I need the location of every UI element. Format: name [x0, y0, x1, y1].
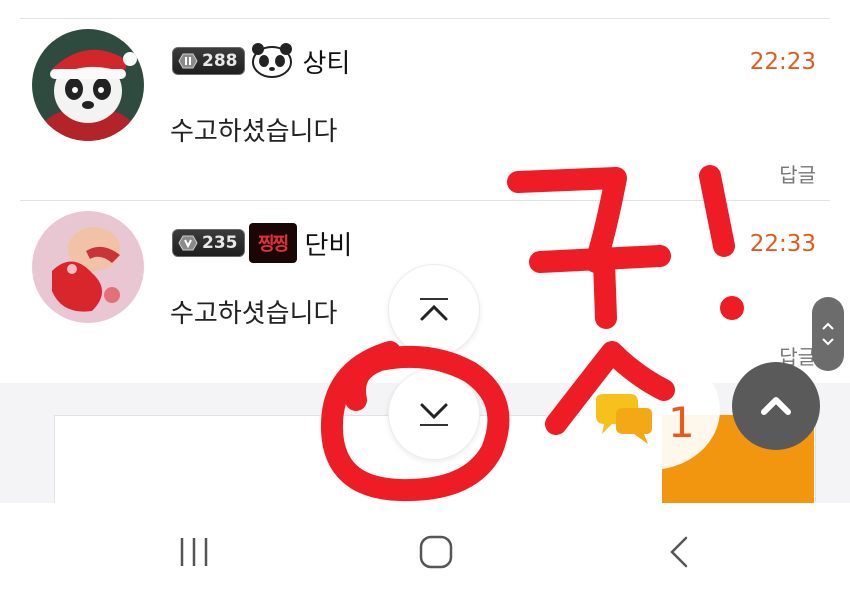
comment-text: 수고하셧습니다: [170, 299, 338, 329]
chevron-down-icon: [822, 338, 834, 346]
reply-button[interactable]: 답글: [779, 159, 816, 188]
scroll-up-button[interactable]: [388, 264, 480, 356]
chevron-up-icon: [420, 298, 448, 321]
comment-text: 수고하셨습니다: [170, 117, 338, 147]
recents-button[interactable]: [164, 528, 224, 576]
back-to-top-button[interactable]: [732, 362, 820, 450]
back-button[interactable]: [650, 528, 710, 576]
level-icon: [178, 53, 198, 69]
level-number: 235: [202, 233, 238, 253]
level-badge: 235: [172, 229, 245, 257]
level-badge: 288: [172, 47, 245, 75]
avatar[interactable]: [32, 29, 144, 141]
nickname[interactable]: 단비: [305, 225, 353, 262]
zzing-badge-icon: 찡찡: [248, 223, 297, 263]
nickname[interactable]: 상티: [303, 43, 351, 80]
comment-item: 288 상티 22:23 수고하셨습니다 답글: [0, 19, 850, 201]
back-icon: [670, 536, 688, 568]
avatar[interactable]: [32, 211, 144, 323]
home-icon: [419, 535, 453, 569]
chat-count: 1: [668, 398, 695, 447]
level-number: 288: [202, 51, 238, 71]
recents-icon: [180, 538, 208, 566]
comment-meta: 235 찡찡 단비: [172, 223, 352, 263]
chevron-up-icon: [822, 322, 834, 330]
zzing-badge-text: 찡찡: [257, 234, 289, 255]
panda-icon: [249, 42, 295, 80]
comment-meta: 288 상티: [172, 41, 350, 81]
chevron-down-icon: [420, 403, 448, 426]
chevron-up-icon: [761, 397, 791, 415]
chat-bubbles-icon: [596, 394, 652, 444]
scrollbar-handle[interactable]: [812, 297, 844, 371]
level-icon: [178, 235, 198, 251]
scroll-down-button[interactable]: [388, 368, 480, 460]
comment-time: 22:23: [749, 49, 816, 75]
comment-time: 22:33: [749, 231, 816, 257]
home-button[interactable]: [406, 528, 466, 576]
